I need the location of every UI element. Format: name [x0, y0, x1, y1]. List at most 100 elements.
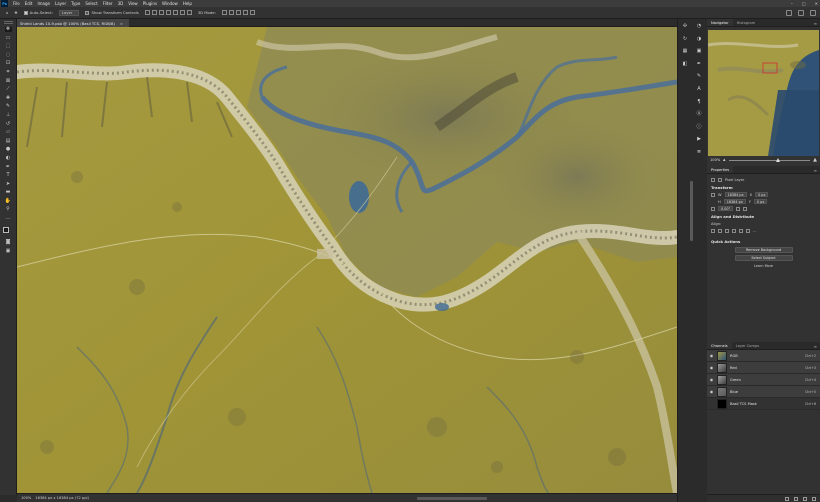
share-icon[interactable]	[810, 10, 816, 16]
move-tool-icon[interactable]: ✥	[14, 10, 17, 15]
menu-help[interactable]: Help	[183, 1, 192, 6]
align-right-edges-icon[interactable]	[725, 228, 729, 233]
menu-image[interactable]: Image	[37, 1, 50, 6]
quick-mask-icon[interactable]: ◙	[5, 240, 12, 245]
load-selection-icon[interactable]	[785, 496, 789, 501]
align-top-icon[interactable]	[165, 10, 171, 15]
layers-icon[interactable]: ≣	[696, 149, 702, 155]
transform-header[interactable]: Transform	[707, 183, 820, 191]
channel-row-mask[interactable]: Basil TCS Mask Ctrl+6	[707, 398, 820, 410]
roll-3d-icon[interactable]	[228, 10, 234, 15]
marquee-tool-icon[interactable]: ⬚	[5, 44, 12, 49]
learn-more-link[interactable]: Learn More	[707, 264, 820, 268]
clone-stamp-tool-icon[interactable]: ⊥	[5, 112, 12, 118]
align-v-centers-icon[interactable]	[739, 228, 743, 233]
pen-tool-icon[interactable]: ✒	[5, 164, 12, 170]
status-zoom[interactable]: 100%	[21, 496, 31, 500]
save-selection-icon[interactable]	[794, 496, 798, 501]
delete-channel-icon[interactable]	[812, 496, 816, 501]
angle-field[interactable]: 0.00°	[718, 206, 734, 211]
more-options-icon[interactable]	[186, 10, 192, 15]
menu-plugins[interactable]: Plugins	[143, 1, 157, 6]
align-h-centers-icon[interactable]	[718, 228, 722, 233]
visibility-eye-icon[interactable]: ◉	[709, 377, 714, 382]
eyedropper-tool-icon[interactable]: ⟋	[5, 87, 12, 92]
link-dimensions-icon[interactable]	[711, 192, 715, 197]
artboard-tool-icon[interactable]: ▭	[5, 35, 12, 41]
workspace-icon[interactable]	[798, 10, 804, 16]
document-tab[interactable]: Shield Lands 10-9.psb @ 100% (Basil TCS,…	[17, 19, 130, 27]
auto-select-checkbox[interactable]	[23, 10, 28, 15]
minimize-icon[interactable]: –	[791, 1, 793, 6]
toolbar-grip[interactable]	[4, 21, 13, 24]
menu-filter[interactable]: Filter	[103, 1, 113, 6]
visibility-eye-icon[interactable]: ◉	[709, 389, 714, 394]
tab-channels[interactable]: Channels	[707, 342, 732, 349]
close-window-icon[interactable]: ✕	[815, 1, 818, 6]
more-align-icon[interactable]: …	[753, 229, 757, 233]
navigator-zoom-slider[interactable]	[728, 157, 811, 162]
channels-menu-icon[interactable]: ≡	[814, 344, 817, 349]
more-tools-icon[interactable]: …	[5, 216, 12, 221]
auto-select-dropdown[interactable]: Layer	[58, 9, 80, 16]
color-swatches[interactable]	[3, 226, 13, 237]
libraries-icon[interactable]: ✣	[682, 23, 688, 29]
properties-menu-icon[interactable]: ≡	[814, 168, 817, 173]
document-canvas[interactable]	[17, 27, 677, 493]
rectangle-tool-icon[interactable]: ▬	[5, 190, 12, 195]
crop-tool-icon[interactable]: ⌗	[5, 69, 12, 75]
show-transform-toggle[interactable]: Show Transform Controls	[85, 10, 139, 15]
horizontal-scrollbar[interactable]	[417, 497, 487, 500]
align-left-icon[interactable]	[144, 10, 150, 15]
paths-icon[interactable]: ✒	[696, 61, 702, 67]
menu-type[interactable]: Type	[71, 1, 80, 6]
eraser-tool-icon[interactable]: ▱	[5, 130, 12, 135]
gradient-tool-icon[interactable]: ▤	[5, 138, 12, 144]
brush-settings-icon[interactable]: ✎	[696, 73, 702, 79]
brush-tool-icon[interactable]: ✎	[5, 104, 12, 109]
zoom-in-icon[interactable]: ▲	[813, 157, 817, 163]
channel-row-rgb[interactable]: ◉ RGB Ctrl+2	[707, 350, 820, 362]
hand-tool-icon[interactable]: ✋	[5, 198, 12, 204]
auto-select-toggle[interactable]: Auto-Select:	[23, 10, 53, 15]
align-middle-icon[interactable]	[172, 10, 178, 15]
orbit-3d-icon[interactable]	[221, 10, 227, 15]
frame-tool-icon[interactable]: ⊠	[5, 78, 12, 84]
show-transform-checkbox[interactable]	[85, 10, 90, 15]
close-document-icon[interactable]: ×	[120, 21, 123, 26]
lasso-tool-icon[interactable]: ◌	[5, 52, 12, 58]
channel-row-blue[interactable]: ◉ Blue Ctrl+5	[707, 386, 820, 398]
x-field[interactable]: 0 px	[755, 192, 769, 197]
styles-icon[interactable]: ▣	[696, 48, 702, 54]
align-distribute-header[interactable]: Align and Distribute	[707, 212, 820, 220]
search-icon[interactable]	[786, 10, 792, 16]
zoom-tool-icon[interactable]: ⚲	[5, 207, 12, 212]
paragraph-icon[interactable]: ¶	[696, 99, 702, 105]
menu-window[interactable]: Window	[162, 1, 178, 6]
tab-layer-comps[interactable]: Layer Comps	[732, 342, 764, 349]
align-top-edges-icon[interactable]	[732, 228, 736, 233]
scale-3d-icon[interactable]	[249, 10, 255, 15]
foreground-color-swatch[interactable]	[3, 226, 9, 233]
object-select-tool-icon[interactable]: ⊡	[5, 61, 12, 66]
info-icon[interactable]: ⓘ	[696, 124, 702, 130]
align-bottom-icon[interactable]	[179, 10, 185, 15]
healing-brush-tool-icon[interactable]: ✚	[5, 95, 12, 101]
adjustments-icon[interactable]: ◑	[696, 36, 702, 42]
tab-navigator[interactable]: Navigator	[707, 19, 733, 26]
maximize-icon[interactable]: □	[802, 1, 806, 6]
glyphs-icon[interactable]: Ⓐ	[696, 111, 702, 117]
history-icon[interactable]: ↻	[682, 36, 688, 42]
menu-view[interactable]: View	[128, 1, 138, 6]
flip-horizontal-icon[interactable]	[736, 206, 741, 211]
align-bottom-edges-icon[interactable]	[746, 228, 750, 233]
panel-menu-icon[interactable]: ≡	[814, 21, 817, 26]
screen-mode-icon[interactable]: ▣	[5, 248, 12, 254]
tab-properties[interactable]: Properties	[707, 166, 734, 173]
type-tool-icon[interactable]: T	[5, 173, 12, 178]
flip-vertical-icon[interactable]	[743, 206, 748, 211]
align-center-icon[interactable]	[151, 10, 157, 15]
tab-histogram[interactable]: Histogram	[733, 19, 760, 26]
gradients-icon[interactable]: ◧	[682, 61, 688, 67]
align-left-edges-icon[interactable]	[711, 228, 715, 233]
